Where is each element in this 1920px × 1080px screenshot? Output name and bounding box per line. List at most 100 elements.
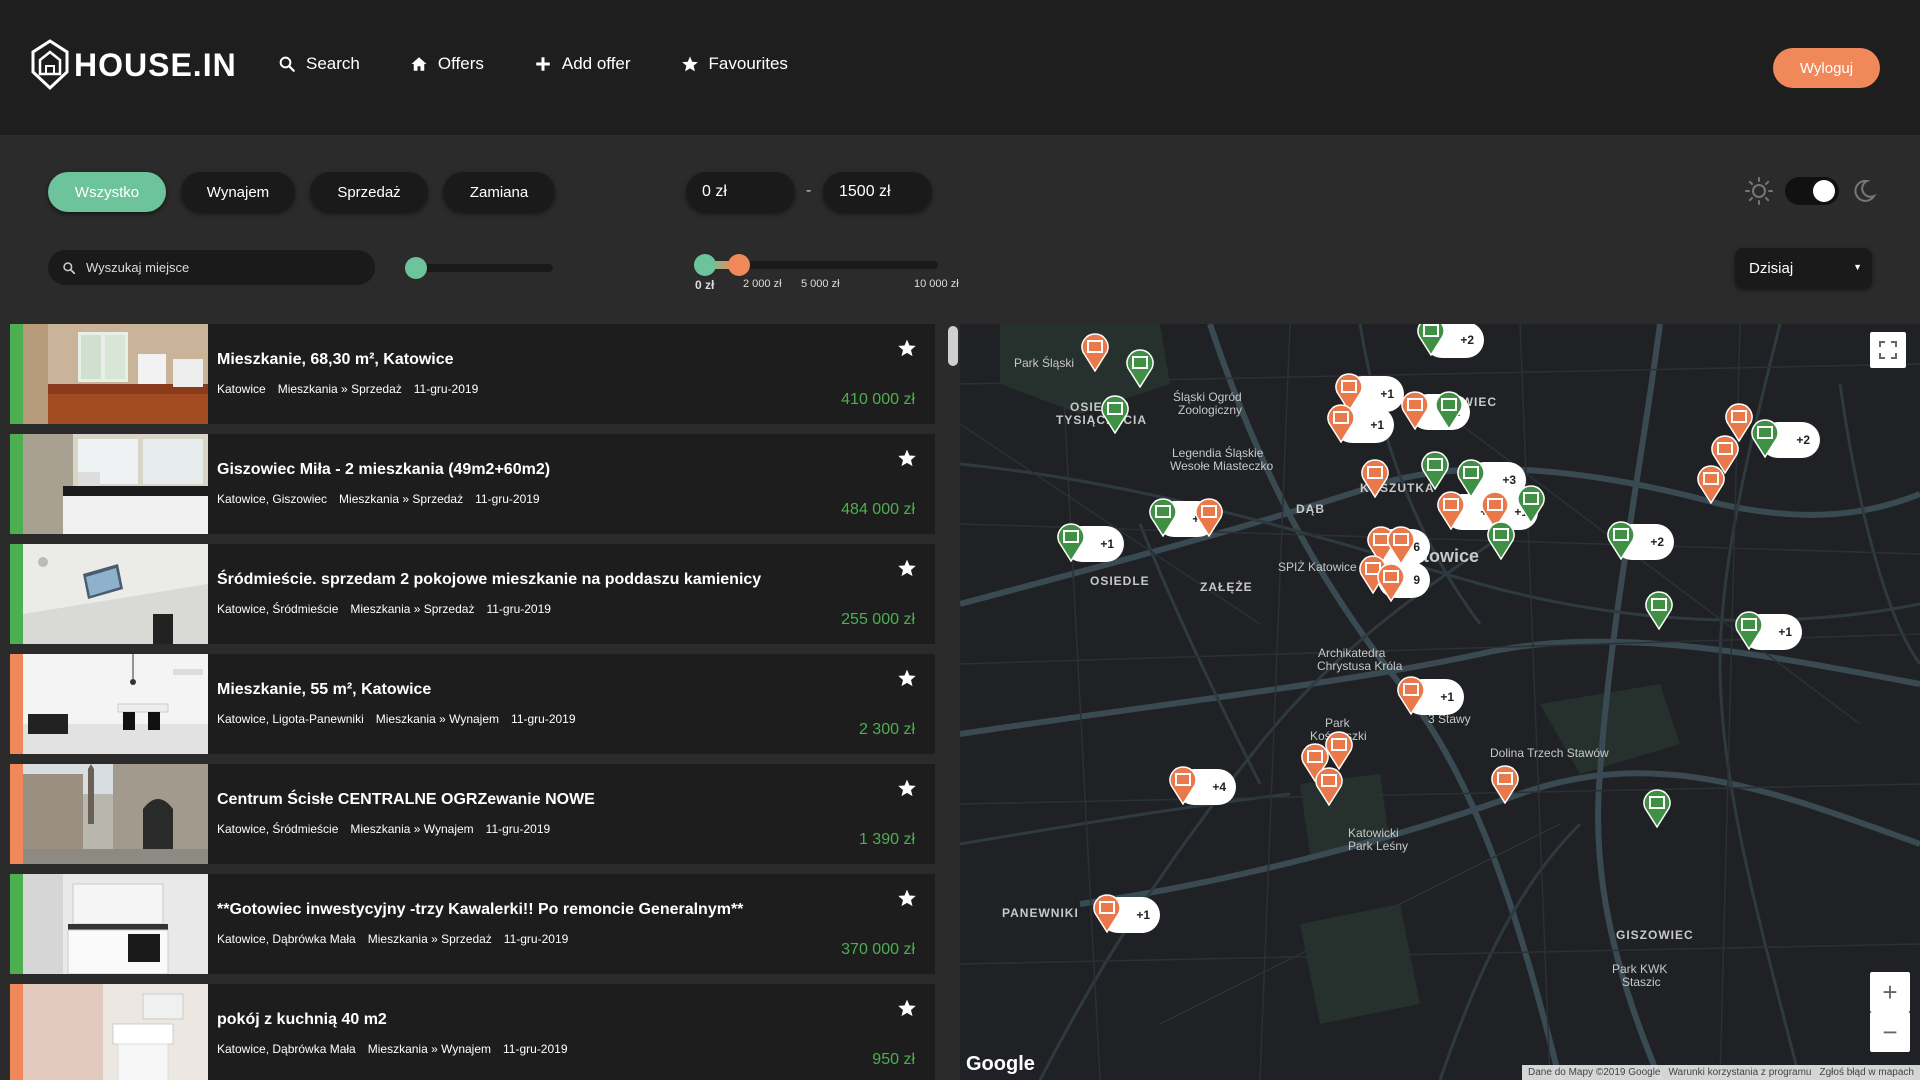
map-pin-sale[interactable]	[1056, 522, 1086, 562]
favourite-star-icon[interactable]	[897, 338, 917, 358]
price-max-input[interactable]: 1500 zł	[823, 172, 932, 212]
listing-body: **Gotowiec inwestycyjny -trzy Kawalerki!…	[208, 874, 935, 974]
search-icon	[63, 261, 76, 274]
map-pin-rent[interactable]	[1436, 490, 1466, 530]
map-pin-rent[interactable]	[1400, 390, 1430, 430]
map-pin-sale[interactable]	[1434, 390, 1464, 430]
filter-rent-pill[interactable]: Wynajem	[181, 172, 295, 212]
price-min-thumb[interactable]	[694, 254, 716, 276]
listing-title[interactable]: Mieszkanie, 68,30 m², Katowice	[217, 351, 454, 369]
date-filter-select[interactable]: Dzisiaj ▼	[1735, 248, 1872, 288]
map-pin-sale[interactable]	[1516, 484, 1546, 524]
map-pin-rent[interactable]	[1396, 675, 1426, 715]
distance-slider-thumb[interactable]	[405, 257, 427, 279]
logout-button[interactable]: Wyloguj	[1773, 48, 1880, 88]
favourite-star-icon[interactable]	[897, 668, 917, 688]
place-search-input[interactable]: Wyszukaj miejsce	[48, 250, 375, 285]
map-pin-sale[interactable]	[1734, 610, 1764, 650]
list-scrollbar[interactable]	[948, 326, 958, 366]
listing-date: 11-gru-2019	[475, 492, 540, 506]
listing-date: 11-gru-2019	[486, 602, 551, 616]
map-pin-sale[interactable]	[1750, 418, 1780, 458]
map-pin-sale[interactable]	[1642, 788, 1672, 828]
nav-offers[interactable]: Offers	[410, 54, 484, 74]
map-pin-rent[interactable]	[1386, 525, 1416, 565]
listing-location: Katowice, Dąbrówka Mała	[217, 1042, 356, 1056]
price-min-input[interactable]: 0 zł	[686, 172, 795, 212]
listing-card[interactable]: **Gotowiec inwestycyjny -trzy Kawalerki!…	[10, 874, 935, 974]
listing-price: 1 390 zł	[858, 831, 915, 848]
map-pin-rent[interactable]	[1696, 464, 1726, 504]
listing-body: Śródmieście. sprzedam 2 pokojowe mieszka…	[208, 544, 935, 644]
map-pin-rent[interactable]	[1080, 332, 1110, 372]
nav-search[interactable]: Search	[278, 54, 360, 74]
listing-meta: Katowice, Śródmieście Mieszkania » Wynaj…	[217, 822, 550, 836]
listing-title[interactable]: Mieszkanie, 55 m², Katowice	[217, 681, 431, 699]
theme-switch[interactable]	[1785, 177, 1839, 205]
listing-card[interactable]: Centrum Ścisłe CENTRALNE OGRZewanie NOWE…	[10, 764, 935, 864]
listing-title[interactable]: Centrum Ścisłe CENTRALNE OGRZewanie NOWE	[217, 791, 595, 809]
map-report-link[interactable]: Zgłoś błąd w mapach	[1820, 1067, 1915, 1078]
map-view[interactable]: Park Śląski OSIEDLE TYSIĄCLECIA Śląski O…	[960, 324, 1920, 1080]
map-label-panewniki: PANEWNIKI	[1002, 906, 1079, 920]
listing-title[interactable]: Śródmieście. sprzedam 2 pokojowe mieszka…	[217, 571, 761, 589]
listing-card[interactable]: Giszowiec Miła - 2 mieszkania (49m2+60m2…	[10, 434, 935, 534]
filter-exchange-pill[interactable]: Zamiana	[443, 172, 555, 212]
price-range-slider[interactable]	[694, 254, 938, 276]
map-pin-sale[interactable]	[1486, 520, 1516, 560]
listing-body: Giszowiec Miła - 2 mieszkania (49m2+60m2…	[208, 434, 935, 534]
listing-title[interactable]: **Gotowiec inwestycyjny -trzy Kawalerki!…	[217, 901, 743, 919]
listing-card[interactable]: Śródmieście. sprzedam 2 pokojowe mieszka…	[10, 544, 935, 644]
map-pin-sale[interactable]	[1420, 450, 1450, 490]
map-pin-rent[interactable]	[1168, 765, 1198, 805]
zoom-in-button[interactable]: +	[1870, 972, 1910, 1012]
map-pin-sale[interactable]	[1100, 394, 1130, 434]
map-pin-rent[interactable]	[1194, 497, 1224, 537]
listing-location: Katowice, Śródmieście	[217, 822, 339, 836]
favourite-star-icon[interactable]	[897, 778, 917, 798]
favourite-star-icon[interactable]	[897, 448, 917, 468]
map-label-park-kwk: Park KWK	[1612, 962, 1668, 976]
map-pin-sale[interactable]	[1644, 590, 1674, 630]
favourite-star-icon[interactable]	[897, 998, 917, 1018]
logo[interactable]: HOUSE.IN	[30, 38, 237, 92]
listing-card[interactable]: Mieszkanie, 55 m², Katowice Katowice, Li…	[10, 654, 935, 754]
map-pin-rent[interactable]	[1092, 893, 1122, 933]
listing-location: Katowice	[217, 382, 266, 396]
map-label-dab: DĄB	[1296, 502, 1325, 516]
listing-price: 2 300 zł	[858, 721, 915, 738]
date-filter-value: Dzisiaj	[1749, 259, 1794, 277]
favourite-star-icon[interactable]	[897, 888, 917, 908]
listing-title[interactable]: pokój z kuchnią 40 m2	[217, 1011, 387, 1029]
listing-location: Katowice, Ligota-Panewniki	[217, 712, 364, 726]
listing-category: Mieszkania » Sprzedaż	[339, 492, 464, 506]
listing-price: 370 000 zł	[841, 941, 915, 958]
fullscreen-button[interactable]	[1870, 332, 1906, 368]
map-pin-rent[interactable]	[1314, 766, 1344, 806]
filter-sale-pill[interactable]: Sprzedaż	[310, 172, 428, 212]
map-label-legendia: Legendia Śląskie	[1172, 446, 1264, 460]
map-pin-sale[interactable]	[1148, 497, 1178, 537]
zoom-out-button[interactable]: −	[1870, 1012, 1910, 1052]
map-label-zaleze: ZAŁĘŻE	[1200, 580, 1253, 594]
map-pin-sale[interactable]	[1416, 324, 1446, 356]
map-terms-link[interactable]: Warunki korzystania z programu	[1668, 1067, 1811, 1078]
map-label-zoo-2: Zoologiczny	[1178, 403, 1243, 417]
listing-title[interactable]: Giszowiec Miła - 2 mieszkania (49m2+60m2…	[217, 461, 550, 479]
map-pin-rent[interactable]	[1360, 458, 1390, 498]
listing-card[interactable]: pokój z kuchnią 40 m2 Katowice, Dąbrówka…	[10, 984, 935, 1080]
nav-add-offer[interactable]: Add offer	[534, 54, 631, 74]
map-pin-rent[interactable]	[1326, 403, 1356, 443]
map-pin-sale[interactable]	[1125, 348, 1155, 388]
distance-slider[interactable]	[405, 257, 553, 279]
listing-card[interactable]: Mieszkanie, 68,30 m², Katowice Katowice …	[10, 324, 935, 424]
map-pin-rent[interactable]	[1376, 562, 1406, 602]
map-pin-rent[interactable]	[1490, 764, 1520, 804]
price-max-thumb[interactable]	[728, 254, 750, 276]
filter-all-pill[interactable]: Wszystko	[48, 172, 166, 212]
nav-favourites[interactable]: Favourites	[681, 54, 788, 74]
listing-date: 11-gru-2019	[413, 382, 479, 396]
map-pin-sale[interactable]	[1606, 520, 1636, 560]
listing-location: Katowice, Dąbrówka Mała	[217, 932, 356, 946]
favourite-star-icon[interactable]	[897, 558, 917, 578]
